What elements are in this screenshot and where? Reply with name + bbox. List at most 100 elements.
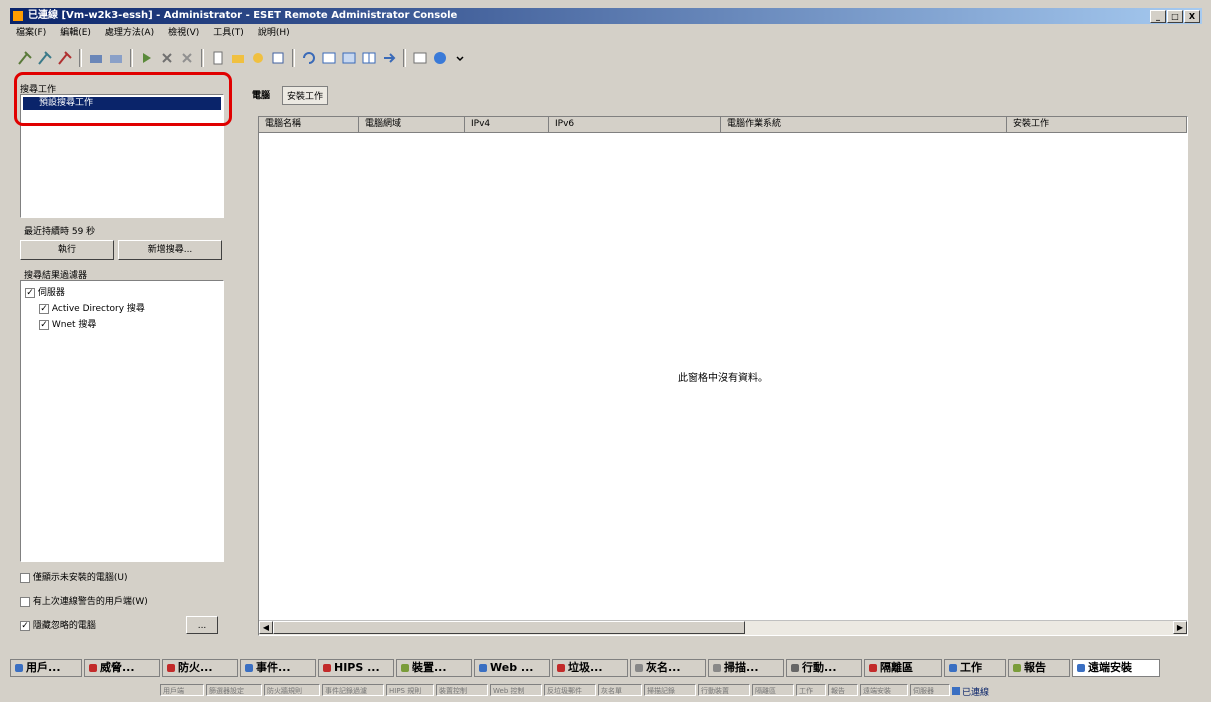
computers-grid: 電腦名稱 電腦網域 IPv4 IPv6 電腦作業系統 安裝工作 此窗格中沒有資料… bbox=[258, 116, 1188, 636]
disconnect-icon[interactable] bbox=[56, 49, 74, 67]
view-tab-label: Web ... bbox=[490, 661, 534, 674]
document-icon[interactable] bbox=[209, 49, 227, 67]
search-task-list: 預設搜尋工作 bbox=[20, 94, 224, 218]
connect-all-icon[interactable] bbox=[36, 49, 54, 67]
view-tab-mobile[interactable]: 行動... bbox=[786, 659, 862, 677]
status-cell: 伺服器 bbox=[910, 684, 950, 696]
help-icon[interactable] bbox=[431, 49, 449, 67]
close-button[interactable]: X bbox=[1184, 10, 1200, 23]
view-tab-greylist[interactable]: 灰名... bbox=[630, 659, 706, 677]
run-icon[interactable] bbox=[138, 49, 156, 67]
option-warnings[interactable]: 有上次連線警告的用戶端(W) bbox=[20, 594, 148, 607]
toolbar-separator bbox=[79, 49, 82, 67]
view-tab-firewall[interactable]: 防火... bbox=[162, 659, 238, 677]
connect-icon[interactable] bbox=[16, 49, 34, 67]
tree-root-label: 伺服器 bbox=[37, 288, 65, 298]
view-tab-label: 事件... bbox=[256, 661, 291, 674]
quarantine-icon bbox=[869, 664, 877, 672]
view-tab-label: 工作 bbox=[960, 661, 982, 674]
view-tab-label: 用戶... bbox=[26, 661, 61, 674]
list-icon[interactable] bbox=[269, 49, 287, 67]
arrow-icon[interactable] bbox=[380, 49, 398, 67]
remove-icon[interactable] bbox=[178, 49, 196, 67]
window-title: 已連線 [Vm-w2k3-essh] - Administrator - ESE… bbox=[28, 10, 458, 21]
web-icon bbox=[479, 664, 487, 672]
scroll-right-button[interactable]: ▶ bbox=[1173, 621, 1187, 634]
menu-view[interactable]: 檢視(V) bbox=[166, 25, 201, 41]
view-tab-web[interactable]: Web ... bbox=[474, 659, 550, 677]
maximize-button[interactable]: □ bbox=[1167, 10, 1183, 23]
view-tab-threats[interactable]: 威脅... bbox=[84, 659, 160, 677]
status-cell: 遠端安裝 bbox=[860, 684, 908, 696]
option-warnings-label: 有上次連線警告的用戶端(W) bbox=[32, 597, 148, 607]
view-tab-label: HIPS ... bbox=[334, 661, 380, 674]
delete-icon[interactable] bbox=[158, 49, 176, 67]
run-button[interactable]: 執行 bbox=[20, 240, 114, 260]
view-tabs: 用戶... 威脅... 防火... 事件... HIPS ... 裝置... W… bbox=[10, 659, 1172, 679]
menu-edit[interactable]: 編輯(E) bbox=[58, 25, 93, 41]
tree-root[interactable]: 伺服器 bbox=[25, 285, 65, 298]
view-tab-reports[interactable]: 報告 bbox=[1008, 659, 1070, 677]
panel-icon[interactable] bbox=[340, 49, 358, 67]
view-tab-label: 隔離區 bbox=[880, 661, 913, 674]
view-tab-clients[interactable]: 用戶... bbox=[10, 659, 82, 677]
last-run-label: 最近持續時 59 秒 bbox=[24, 227, 96, 237]
split-icon[interactable] bbox=[360, 49, 378, 67]
folder-icon[interactable] bbox=[229, 49, 247, 67]
hide-ignored-checkbox[interactable] bbox=[20, 620, 30, 631]
toolbar-separator bbox=[201, 49, 204, 67]
view-tab-device[interactable]: 裝置... bbox=[396, 659, 472, 677]
ad-checkbox[interactable] bbox=[39, 303, 49, 314]
menu-file[interactable]: 檔案(F) bbox=[14, 25, 48, 41]
menu-actions[interactable]: 處理方法(A) bbox=[103, 25, 156, 41]
view-tab-label: 遠端安裝 bbox=[1088, 661, 1132, 674]
greylist-icon bbox=[635, 664, 643, 672]
mobile-icon bbox=[791, 664, 799, 672]
view-tab-scan[interactable]: 掃描... bbox=[708, 659, 784, 677]
scroll-left-button[interactable]: ◀ bbox=[259, 621, 273, 634]
option-hide-ignored-label: 隱藏忽略的電腦 bbox=[32, 621, 96, 631]
connected-label: 已連線 bbox=[962, 687, 990, 698]
option-uninstalled[interactable]: 僅顯示未安裝的電腦(U) bbox=[20, 570, 128, 583]
view-tab-label: 灰名... bbox=[646, 661, 681, 674]
scroll-thumb[interactable] bbox=[273, 621, 745, 634]
view-tab-events[interactable]: 事件... bbox=[240, 659, 316, 677]
view-tab-label: 掃描... bbox=[724, 661, 759, 674]
tab-install-tasks[interactable]: 安裝工作 bbox=[282, 86, 329, 105]
events-icon bbox=[245, 664, 253, 672]
tab-computers[interactable]: 電腦 bbox=[248, 86, 274, 105]
menu-tools[interactable]: 工具(T) bbox=[211, 25, 246, 41]
horizontal-scrollbar[interactable]: ◀ ▶ bbox=[259, 620, 1187, 635]
chevron-down-icon[interactable] bbox=[451, 49, 469, 67]
status-cell: Web 控制 bbox=[490, 684, 542, 696]
view-tab-tasks[interactable]: 工作 bbox=[944, 659, 1006, 677]
status-cell: 灰名單 bbox=[598, 684, 642, 696]
star-icon[interactable] bbox=[249, 49, 267, 67]
new-search-button[interactable]: 新增搜尋... bbox=[118, 240, 222, 260]
remote-install-icon bbox=[1077, 664, 1085, 672]
clients-icon bbox=[15, 664, 23, 672]
option-hide-ignored[interactable]: 隱藏忽略的電腦 bbox=[20, 618, 96, 631]
status-bar: 用戶端 篩選器設定 防火牆規則 事件記錄過濾 HIPS 規則 裝置控制 Web … bbox=[160, 684, 1210, 698]
export-icon[interactable] bbox=[107, 49, 125, 67]
window-icon[interactable] bbox=[320, 49, 338, 67]
minimize-button[interactable]: _ bbox=[1150, 10, 1166, 23]
view-tab-spam[interactable]: 垃圾... bbox=[552, 659, 628, 677]
task-item-default[interactable]: 預設搜尋工作 bbox=[23, 97, 221, 110]
root-checkbox[interactable] bbox=[25, 287, 35, 298]
warnings-checkbox[interactable] bbox=[20, 596, 30, 607]
left-panel: 搜尋工作 預設搜尋工作 最近持續時 59 秒 執行 新增搜尋... 搜尋結果過濾… bbox=[14, 78, 232, 644]
tree-item-ad[interactable]: Active Directory 搜尋 bbox=[39, 301, 145, 314]
more-button[interactable]: ... bbox=[186, 616, 218, 634]
refresh-icon[interactable] bbox=[300, 49, 318, 67]
tree-item-wnet[interactable]: Wnet 搜尋 bbox=[39, 317, 96, 330]
wnet-checkbox[interactable] bbox=[39, 319, 49, 330]
menu-help[interactable]: 說明(H) bbox=[256, 25, 292, 41]
view-tab-remote-install[interactable]: 遠端安裝 bbox=[1072, 659, 1160, 677]
table-icon[interactable] bbox=[411, 49, 429, 67]
import-icon[interactable] bbox=[87, 49, 105, 67]
uninstalled-checkbox[interactable] bbox=[20, 572, 30, 583]
view-tab-hips[interactable]: HIPS ... bbox=[318, 659, 394, 677]
firewall-icon bbox=[167, 664, 175, 672]
view-tab-quarantine[interactable]: 隔離區 bbox=[864, 659, 942, 677]
